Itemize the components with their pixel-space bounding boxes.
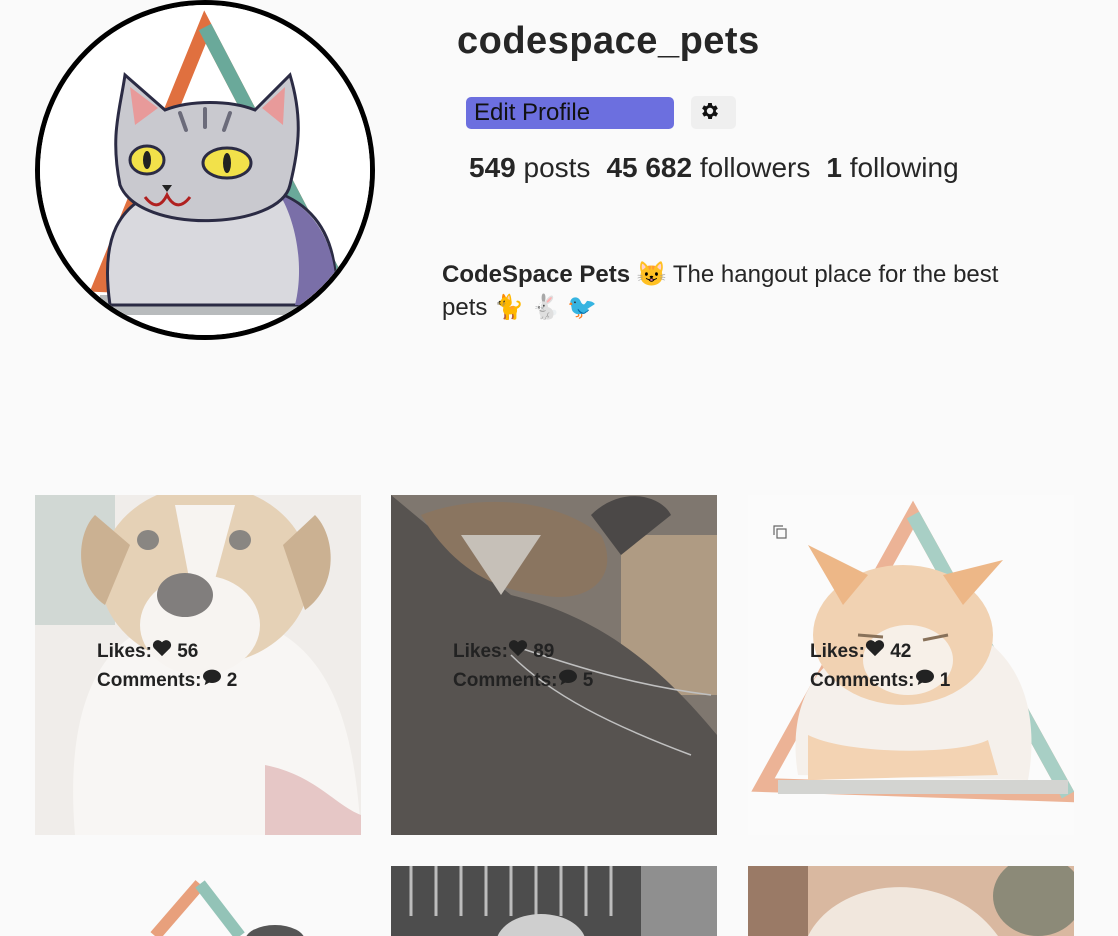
comment-icon xyxy=(202,669,221,686)
profile-avatar[interactable] xyxy=(35,0,375,340)
bio-emoji-bird: 🐦 xyxy=(567,294,598,321)
post-tile[interactable]: Likes: 56 Comments: 2 xyxy=(35,495,361,835)
multiple-photos-icon xyxy=(773,525,787,539)
followers-stat[interactable]: 45 682 followers xyxy=(606,152,810,184)
following-stat[interactable]: 1 following xyxy=(826,152,958,184)
post-tile[interactable] xyxy=(35,866,361,936)
gear-icon xyxy=(702,103,718,119)
comment-icon xyxy=(558,669,577,686)
post-photo-bw-pet xyxy=(391,866,717,936)
likes-label: Likes: xyxy=(97,641,152,662)
post-photo-cat-logo xyxy=(35,866,361,936)
profile-username: codespace_pets xyxy=(457,20,760,62)
comments-label: Comments: xyxy=(97,670,202,691)
likes-count: 56 xyxy=(177,641,199,662)
post-stats-overlay: Likes: 56 Comments: 2 xyxy=(97,637,237,695)
comments-count: 1 xyxy=(939,670,951,691)
post-tile[interactable] xyxy=(391,866,717,936)
post-stats-overlay: Likes: 42 Comments: 1 xyxy=(810,637,950,695)
cat-logo-image xyxy=(40,5,370,335)
comments-label: Comments: xyxy=(810,670,915,691)
bio-emoji-cat: 🐈 xyxy=(494,294,524,321)
post-tile[interactable]: Likes: 42 Comments: 1 xyxy=(748,495,1074,835)
profile-bio: CodeSpace Pets 😺 The hangout place for t… xyxy=(442,258,1062,324)
post-tile[interactable]: Likes: 89 Comments: 5 xyxy=(391,495,717,835)
settings-button[interactable] xyxy=(691,96,736,129)
posts-stat[interactable]: 549 posts xyxy=(469,152,590,184)
likes-label: Likes: xyxy=(810,641,865,662)
likes-label: Likes: xyxy=(453,641,508,662)
comment-icon xyxy=(915,669,934,686)
profile-stats: 549 posts 45 682 followers 1 following xyxy=(469,152,959,184)
edit-profile-button[interactable]: Edit Profile xyxy=(466,97,674,129)
post-photo-orange-cat-closeup xyxy=(748,866,1074,936)
bio-text: The hangout place for the best xyxy=(672,261,999,288)
likes-count: 42 xyxy=(890,641,912,662)
bio-emoji-rabbit: 🐇 xyxy=(530,294,561,321)
post-stats-overlay: Likes: 89 Comments: 5 xyxy=(453,637,593,695)
heart-icon xyxy=(152,640,172,657)
bio-text-continued: pets xyxy=(442,294,488,321)
heart-icon xyxy=(508,640,528,657)
comments-count: 5 xyxy=(582,670,594,691)
likes-count: 89 xyxy=(533,641,555,662)
post-tile[interactable] xyxy=(748,866,1074,936)
heart-icon xyxy=(865,640,885,657)
comments-label: Comments: xyxy=(453,670,558,691)
bio-emoji-cat-face: 😺 xyxy=(636,261,667,288)
bio-display-name: CodeSpace Pets xyxy=(442,261,631,288)
comments-count: 2 xyxy=(226,670,238,691)
